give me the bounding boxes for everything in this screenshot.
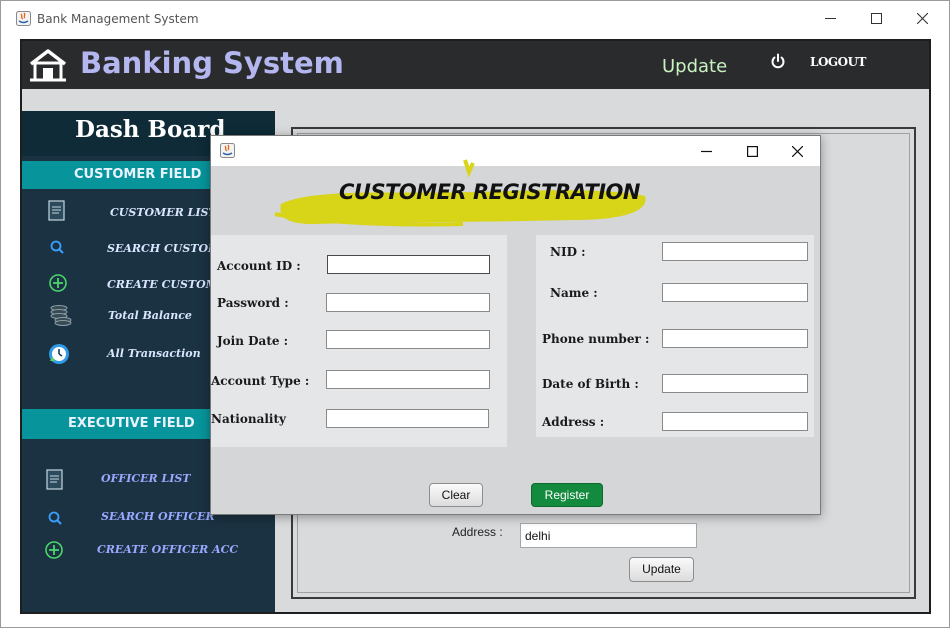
join-date-label: Join Date : [217, 334, 289, 348]
password-label: Password : [217, 296, 289, 310]
header-update-link[interactable]: Update [662, 56, 727, 77]
sidebar-item-label: CUSTOMER LIST [110, 206, 217, 219]
coins-icon [50, 305, 72, 326]
minimize-icon [824, 18, 836, 19]
nid-label: NID : [550, 245, 586, 259]
customer-field-label: CUSTOMER FIELD [74, 167, 202, 182]
account-id-label: Account ID : [217, 259, 301, 273]
clock-icon [49, 344, 69, 364]
dialog-maximize-button[interactable] [729, 136, 775, 166]
document-icon [48, 200, 65, 221]
java-app-icon [16, 11, 31, 26]
close-button[interactable] [899, 1, 945, 36]
power-icon[interactable] [770, 53, 786, 69]
name-field[interactable] [662, 283, 808, 302]
search-icon [50, 240, 64, 254]
minimize-button[interactable] [807, 1, 853, 36]
sidebar-item-create-officer[interactable]: CREATE OFFICER ACC [22, 537, 275, 567]
document-icon [46, 469, 63, 490]
nid-field[interactable] [662, 242, 808, 261]
customer-registration-dialog: CUSTOMER REGISTRATION Account ID : Passw… [210, 135, 821, 515]
name-label: Name : [550, 286, 598, 300]
main-update-button[interactable]: Update [629, 557, 694, 582]
app-title: Banking System [80, 46, 344, 80]
window-titlebar: Bank Management System [1, 1, 949, 36]
sidebar-item-label: SEARCH OFFICER [101, 510, 215, 523]
logout-link[interactable]: LOGOUT [810, 55, 867, 69]
account-type-field[interactable] [326, 370, 490, 389]
clear-button[interactable]: Clear [429, 483, 483, 507]
sidebar-item-label: OFFICER LIST [101, 472, 191, 485]
address-field[interactable] [662, 412, 808, 431]
app-header: Banking System Update LOGOUT [22, 41, 929, 89]
account-id-field[interactable] [327, 255, 490, 274]
register-button[interactable]: Register [531, 483, 603, 507]
executive-field-label: EXECUTIVE FIELD [68, 416, 195, 431]
maximize-icon [746, 145, 758, 157]
main-address-field[interactable]: delhi [520, 523, 697, 548]
address-label: Address : [542, 415, 605, 429]
dialog-close-button[interactable] [774, 136, 820, 166]
app-window: Bank Management System Banking System Up… [0, 0, 950, 628]
close-icon [916, 13, 928, 24]
maximize-icon [870, 13, 882, 24]
plus-circle-icon [49, 274, 67, 292]
dialog-title: CUSTOMER REGISTRATION [339, 180, 640, 204]
nationality-field[interactable] [326, 409, 489, 428]
dialog-minimize-button[interactable] [683, 136, 729, 166]
main-address-label: Address : [452, 525, 503, 539]
account-type-label: Account Type : [211, 374, 310, 388]
date-of-birth-label: Date of Birth : [542, 377, 639, 391]
sidebar-item-label: CREATE OFFICER ACC [97, 543, 239, 556]
phone-number-label: Phone number : [542, 332, 650, 346]
sidebar-item-label: All Transaction [107, 347, 201, 360]
window-title: Bank Management System [37, 12, 199, 26]
minimize-icon [700, 150, 712, 152]
bank-logo-icon [29, 49, 67, 82]
password-field[interactable] [326, 293, 490, 312]
join-date-field[interactable] [326, 330, 490, 349]
nationality-label: Nationality [211, 412, 286, 426]
close-icon [791, 145, 803, 157]
plus-circle-icon [45, 541, 63, 559]
sidebar-item-label: Total Balance [108, 309, 192, 322]
phone-number-field[interactable] [662, 329, 808, 348]
maximize-button[interactable] [853, 1, 899, 36]
date-of-birth-field[interactable] [662, 374, 808, 393]
java-app-icon [220, 143, 235, 158]
sidebar-title: Dash Board [75, 116, 226, 143]
search-icon [48, 511, 62, 525]
